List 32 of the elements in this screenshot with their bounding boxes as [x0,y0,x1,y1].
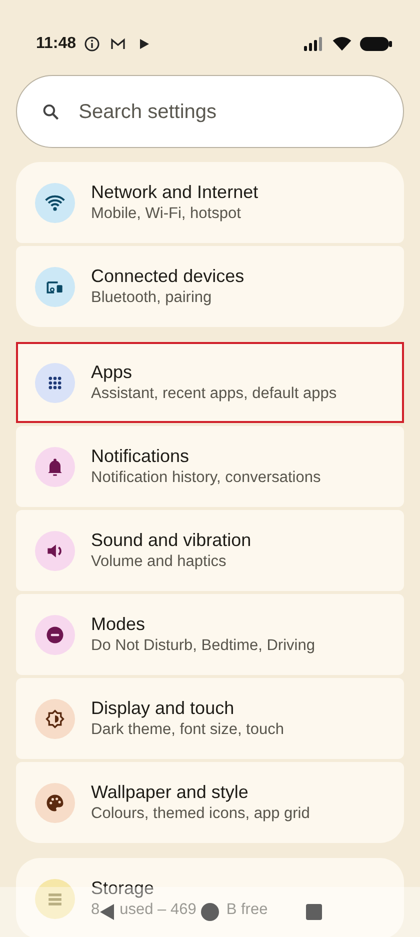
search-field[interactable]: Search settings [76,96,379,128]
item-subtitle: Volume and haptics [91,552,228,572]
settings-item[interactable]: Wallpaper and style Colours, themed icons, app grid [16,762,404,843]
item-title: Display and touch [91,697,236,720]
item-subtitle: Do Not Disturb, Bedtime, Driving [91,636,315,656]
settings-item[interactable]: Apps Assistant, recent apps, default apps [16,342,404,423]
settings-item[interactable]: Network and Internet Mobile, Wi-Fi, hotspot [16,162,404,243]
item-title: Network and Internet [91,181,258,204]
status-time: 11:48 [36,34,76,54]
settings-item[interactable]: Sound and vibration Volume and haptics [16,510,404,591]
item-title: Notifications [91,445,190,468]
search-bar[interactable]: Search settings [16,75,404,148]
item-subtitle: B free [226,900,268,920]
settings-item[interactable]: Notifications Notification history, conversations [16,426,404,507]
settings-item[interactable]: Modes Do Not Disturb, Bedtime, Driving [16,594,404,675]
item-title: Apps [91,361,134,384]
item-subtitle: Dark theme, font size, touch [91,720,284,740]
item-subtitle: used – 469 [120,900,196,920]
item-title: Sound and vibration [91,529,252,552]
item-subtitle: Mobile, Wi-Fi, hotspot [91,204,242,224]
item-title: Wallpaper and style [91,781,250,804]
item-subtitle: Colours, themed icons, app grid [91,804,310,824]
settings-item[interactable]: Storage 8 used – 469 B free [16,858,404,937]
item-subtitle: 8 [91,900,100,920]
settings-item[interactable]: Display and touch Dark theme, font size, touch [16,678,404,759]
settings-item[interactable]: Connected devices Bluetooth, pairing [16,246,404,327]
item-subtitle: Notification history, conversations [91,468,321,488]
item-subtitle: Bluetooth, pairing [91,288,213,308]
item-subtitle: Assistant, recent apps, default apps [91,384,337,404]
item-title: Modes [91,613,146,636]
item-title: Storage [91,877,156,900]
item-title: Connected devices [91,265,244,288]
